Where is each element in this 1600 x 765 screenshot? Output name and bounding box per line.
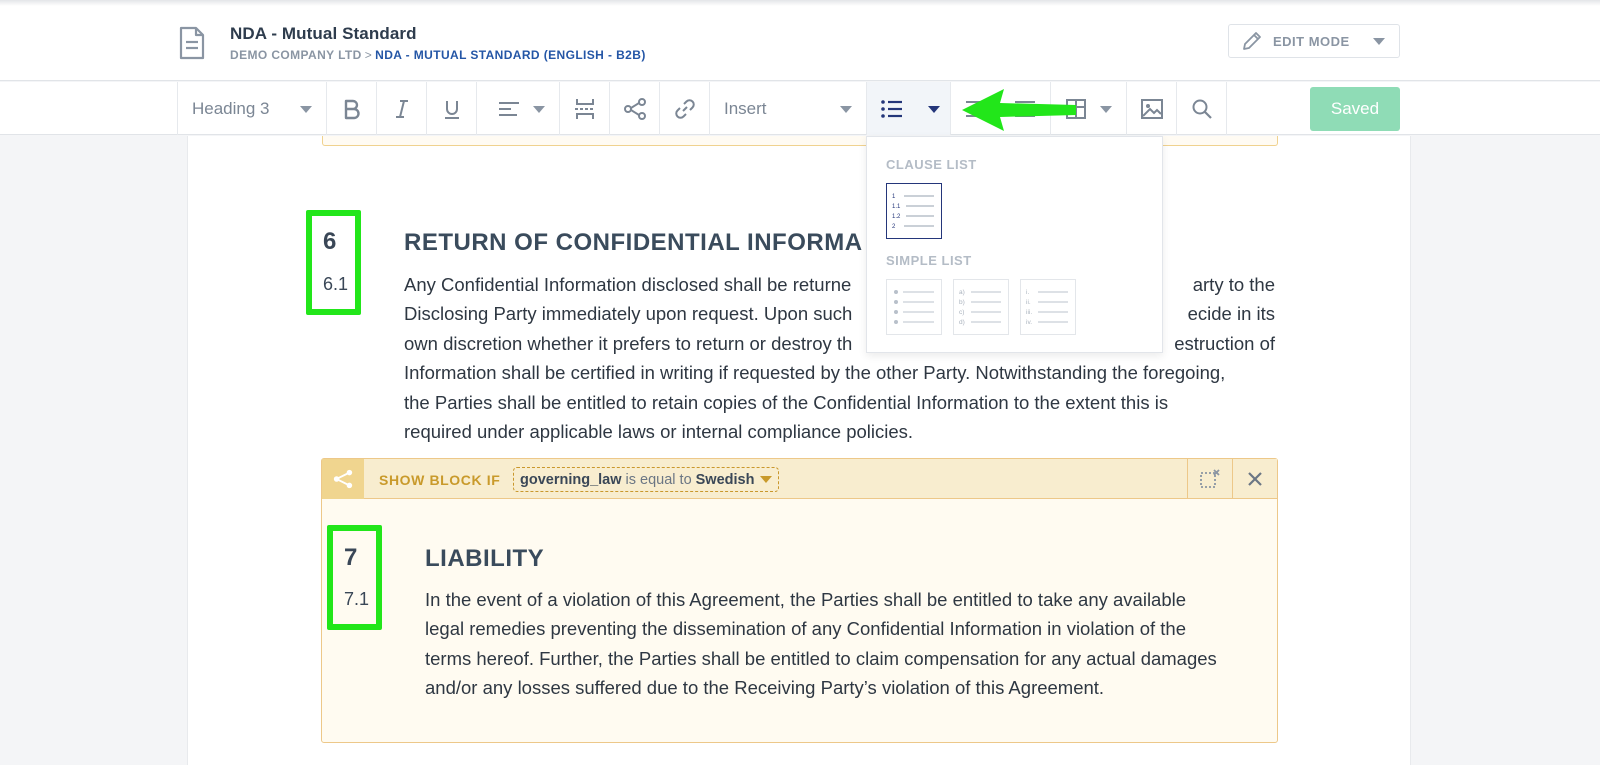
caret-down-icon [760, 476, 773, 483]
chevron-down-icon [300, 106, 312, 113]
page-break-icon [574, 98, 595, 119]
breadcrumb-document[interactable]: NDA - MUTUAL STANDARD (ENGLISH - B2B) [375, 48, 646, 62]
list-icon [881, 99, 902, 118]
paragraph-line: the Parties shall be entitled to retain … [404, 391, 1169, 413]
marker-1: 1 [892, 194, 896, 200]
annotation-arrow-icon [962, 89, 1076, 131]
text-style-value: Heading 3 [192, 98, 270, 118]
condition-header: SHOW BLOCK IF governing_law is equal to … [322, 459, 1277, 499]
condition-value: Swedish [695, 471, 755, 488]
bullet-list-icon [894, 290, 934, 324]
text-style-select[interactable]: Heading 3 [177, 82, 327, 135]
saved-button[interactable]: Saved [1310, 87, 1400, 131]
chevron-down-icon [1100, 106, 1112, 113]
image-icon [1140, 98, 1163, 119]
marker-ii: ii. [1026, 299, 1031, 306]
marker-a: a) [959, 289, 965, 296]
italic-button[interactable] [377, 82, 427, 135]
marker-d: d) [959, 319, 965, 326]
dotted-box-x-icon [1200, 469, 1220, 488]
document-header: NDA - Mutual Standard DEMO COMPANY LTD > N… [0, 6, 1600, 81]
close-condition-button[interactable] [1232, 459, 1277, 499]
editor-toolbar: Heading 3 Insert Saved [0, 82, 1600, 135]
highlight-box-clause-6 [306, 210, 361, 315]
align-dropdown[interactable] [477, 82, 560, 135]
paragraph-line: Information shall be certified in writin… [404, 362, 1226, 384]
alpha-list-option[interactable]: a) b) c) d) [953, 279, 1009, 335]
breadcrumb-separator: > [364, 48, 373, 62]
link-button[interactable] [660, 82, 710, 135]
branch-icon [322, 459, 364, 499]
breadcrumb: DEMO COMPANY LTD > NDA - MUTUAL STANDARD (… [230, 48, 646, 62]
chevron-down-icon [1373, 38, 1385, 45]
underline-icon [444, 100, 459, 119]
page-break-button[interactable] [560, 82, 610, 135]
search-icon [1192, 99, 1212, 119]
document-title: NDA - Mutual Standard [230, 24, 417, 43]
insert-select[interactable]: Insert [710, 82, 867, 135]
clause-list-option[interactable]: 1 1.1 1.2 2 [886, 183, 942, 239]
bold-button[interactable] [327, 82, 377, 135]
remove-condition-button[interactable] [1187, 459, 1232, 499]
bullet-list-option[interactable] [886, 279, 942, 335]
image-button[interactable] [1127, 82, 1177, 135]
chevron-down-icon [533, 106, 545, 113]
roman-list-option[interactable]: i. ii. iii. iv. [1020, 279, 1076, 335]
insert-select-value: Insert [724, 98, 767, 118]
paragraph-line: required under applicable laws or intern… [404, 421, 914, 443]
condition-operator: is equal to [625, 471, 692, 488]
clause-title: LIABILITY [425, 545, 545, 572]
edit-mode-label: EDIT MODE [1273, 33, 1350, 49]
italic-icon [395, 99, 408, 118]
simple-list-heading: SIMPLE LIST [886, 253, 972, 268]
paragraph-line: legal remedies preventing the disseminat… [425, 618, 1187, 640]
marker-b: b) [959, 299, 965, 306]
marker-c: c) [959, 309, 964, 316]
condition-button[interactable] [610, 82, 660, 135]
edit-mode-dropdown[interactable]: EDIT MODE [1228, 24, 1400, 58]
breadcrumb-company[interactable]: DEMO COMPANY LTD [230, 48, 362, 62]
document-icon [179, 26, 205, 60]
condition-label: SHOW BLOCK IF [379, 472, 501, 488]
paragraph-line: terms hereof. Further, the Parties shall… [425, 647, 1217, 669]
underline-button[interactable] [427, 82, 477, 135]
search-button[interactable] [1177, 82, 1227, 135]
list-type-dropdown-toggle[interactable] [917, 82, 951, 135]
marker-1-1: 1.1 [892, 204, 901, 210]
chevron-down-icon [840, 106, 852, 113]
paragraph-line: and/or any losses suffered due to the Re… [425, 677, 1105, 699]
pencil-icon [1243, 32, 1261, 50]
clause-7-paragraph[interactable]: In the event of a violation of this Agre… [425, 585, 1265, 703]
caret-down-icon [927, 105, 940, 113]
link-icon [674, 98, 695, 119]
close-icon [1248, 472, 1262, 486]
numbered-list-icon: 1 1.1 1.2 2 [892, 194, 934, 230]
alpha-list-icon: a) b) c) d) [959, 289, 1001, 326]
marker-2: 2 [892, 224, 896, 230]
align-left-icon [499, 101, 519, 116]
paragraph-line: In the event of a violation of this Agre… [425, 589, 1187, 610]
clause-6-line-endings: arty to the ecide in its estruction of [1165, 270, 1275, 358]
condition-variable: governing_law [520, 471, 622, 488]
marker-iii: iii. [1026, 309, 1032, 316]
marker-i: i. [1026, 289, 1029, 296]
marker-1-2: 1.2 [892, 214, 901, 220]
list-type-dropdown: CLAUSE LIST 1 1.1 1.2 2 SIMPLE LIST a) b… [866, 136, 1163, 353]
branch-icon [623, 97, 646, 120]
condition-rule-dropdown[interactable]: governing_law is equal to Swedish [513, 467, 780, 492]
bold-icon [344, 99, 360, 119]
roman-list-icon: i. ii. iii. iv. [1026, 289, 1068, 326]
clause-list-button[interactable] [867, 82, 917, 135]
paragraph-line-end: arty to the [1192, 274, 1275, 295]
clause-list-heading: CLAUSE LIST [886, 157, 977, 172]
clause-title: RETURN OF CONFIDENTIAL INFORMA [404, 229, 863, 256]
paragraph-line-end: estruction of [1174, 332, 1275, 354]
marker-iv: iv. [1026, 319, 1032, 326]
paragraph-line-end: ecide in its [1187, 303, 1275, 325]
highlight-box-clause-7 [327, 525, 382, 630]
